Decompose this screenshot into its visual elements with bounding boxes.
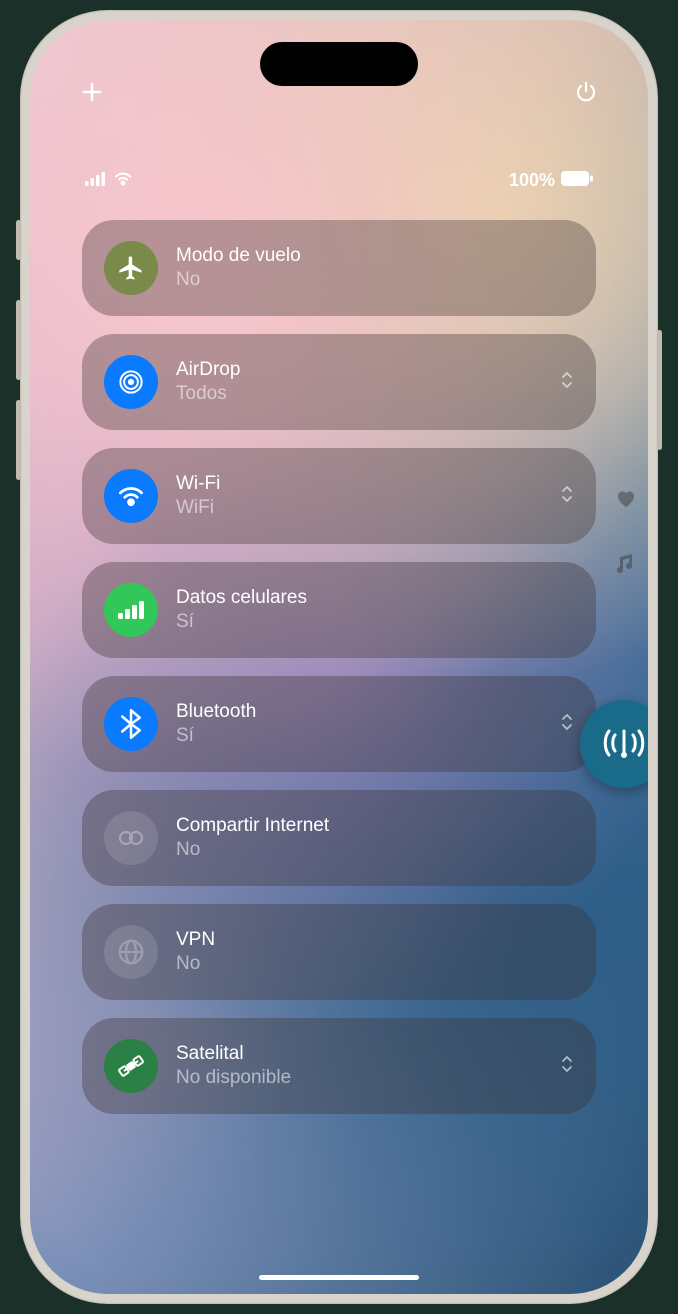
wifi-control[interactable]: Wi-Fi WiFi <box>82 448 596 544</box>
airplane-mode-control[interactable]: Modo de vuelo No <box>82 220 596 316</box>
cellular-bars-icon <box>104 583 158 637</box>
control-title: VPN <box>176 928 574 952</box>
control-status: No <box>176 952 574 976</box>
control-status: Sí <box>176 610 574 634</box>
control-center-pager <box>616 490 636 578</box>
control-status: WiFi <box>176 496 560 520</box>
music-page-icon[interactable] <box>617 553 635 578</box>
control-title: Bluetooth <box>176 700 560 724</box>
expand-icon[interactable] <box>560 370 574 395</box>
wifi-signal-icon <box>113 170 133 191</box>
side-button <box>657 330 662 450</box>
control-status: Todos <box>176 382 560 406</box>
status-bar: 100% <box>30 170 648 191</box>
battery-icon <box>561 170 593 191</box>
expand-icon[interactable] <box>560 712 574 737</box>
control-status: No <box>176 268 574 292</box>
power-button[interactable] <box>572 78 600 106</box>
control-title: Datos celulares <box>176 586 574 610</box>
cellular-data-control[interactable]: Datos celulares Sí <box>82 562 596 658</box>
control-title: Wi-Fi <box>176 472 560 496</box>
hotspot-icon <box>104 811 158 865</box>
dynamic-island <box>260 42 418 86</box>
vpn-control[interactable]: VPN No <box>82 904 596 1000</box>
expand-icon[interactable] <box>560 1054 574 1079</box>
control-status: No disponible <box>176 1066 560 1090</box>
control-title: Satelital <box>176 1042 560 1066</box>
satellite-control[interactable]: Satelital No disponible <box>82 1018 596 1114</box>
battery-percent: 100% <box>509 170 555 191</box>
screen: 100% Modo de vuelo No <box>30 20 648 1294</box>
airplane-icon <box>104 241 158 295</box>
volume-down-button <box>16 400 21 480</box>
bluetooth-icon <box>104 697 158 751</box>
control-status: No <box>176 838 574 862</box>
control-status: Sí <box>176 724 560 748</box>
control-title: Compartir Internet <box>176 814 574 838</box>
add-control-button[interactable] <box>78 78 106 106</box>
connectivity-controls: Modo de vuelo No AirDrop Todos <box>82 220 596 1114</box>
personal-hotspot-control[interactable]: Compartir Internet No <box>82 790 596 886</box>
phone-frame: 100% Modo de vuelo No <box>20 10 658 1304</box>
bluetooth-control[interactable]: Bluetooth Sí <box>82 676 596 772</box>
control-title: Modo de vuelo <box>176 244 574 268</box>
satellite-icon <box>104 1039 158 1093</box>
wifi-icon <box>104 469 158 523</box>
expand-icon[interactable] <box>560 484 574 509</box>
airdrop-control[interactable]: AirDrop Todos <box>82 334 596 430</box>
action-button <box>16 220 21 260</box>
cellular-signal-icon <box>85 170 107 191</box>
favorites-page-icon[interactable] <box>616 490 636 513</box>
control-title: AirDrop <box>176 358 560 382</box>
vpn-icon <box>104 925 158 979</box>
airdrop-icon <box>104 355 158 409</box>
home-indicator[interactable] <box>259 1275 419 1280</box>
volume-up-button <box>16 300 21 380</box>
